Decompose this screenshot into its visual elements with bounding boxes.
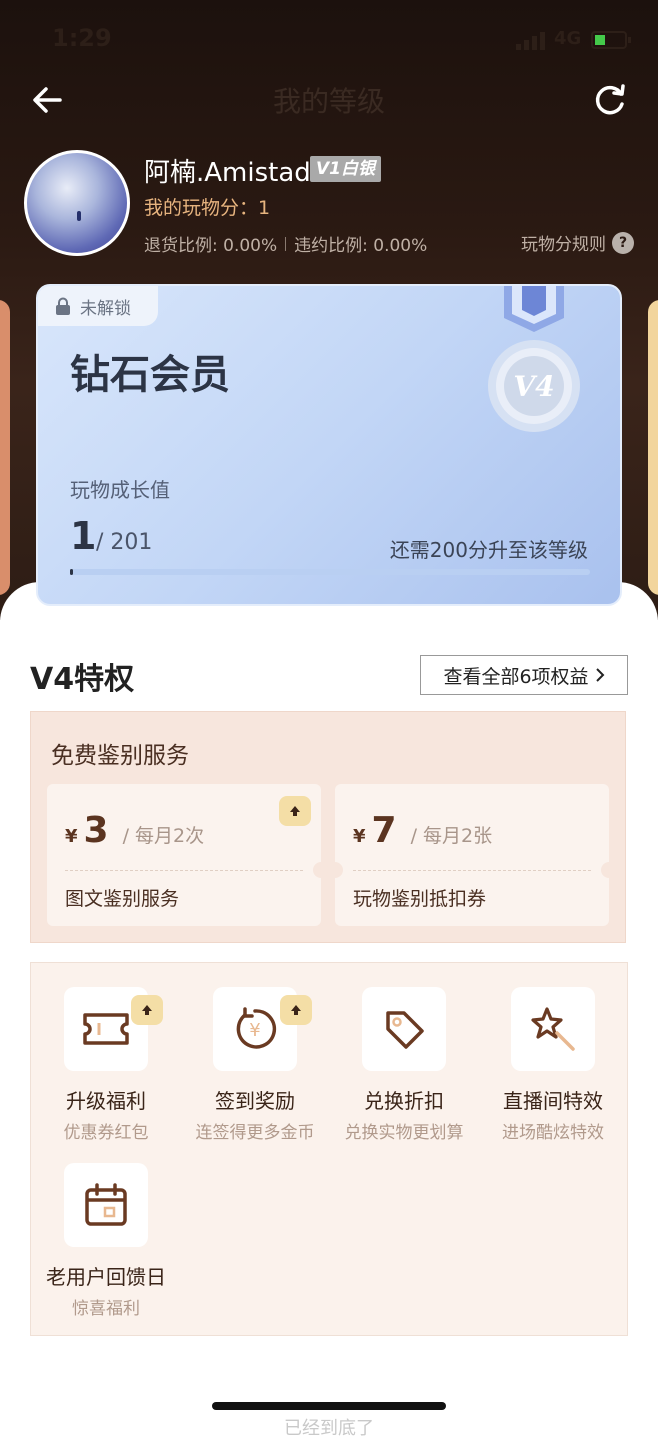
benefit-subtitle: 惊喜福利 (72, 1299, 140, 1319)
benefit-exchange-discount[interactable]: 兑换折扣 兑换实物更划算 (329, 987, 479, 1143)
status-bar: 1:29 4G (0, 22, 658, 62)
chevron-right-icon (595, 668, 604, 682)
magic-wand-icon (531, 1007, 575, 1051)
question-icon: ? (612, 231, 634, 254)
lock-icon (56, 297, 70, 315)
ticket-frequency: / 每月2张 (410, 825, 493, 847)
page-title: 我的等级 (272, 85, 385, 118)
lock-tag: 未解锁 (38, 286, 158, 326)
privileges-title: V4特权 (30, 662, 135, 697)
score-rules-label: 玩物分规则 (521, 235, 606, 255)
ticket-icon (83, 1013, 129, 1045)
refresh-icon (595, 84, 625, 115)
score-rules-link[interactable]: 玩物分规则 ? (521, 230, 634, 255)
benefit-name: 兑换折扣 (364, 1089, 444, 1113)
benefit-subtitle: 进场酷炫特效 (502, 1123, 604, 1143)
avatar[interactable] (24, 150, 130, 256)
benefit-upgrade-gift[interactable]: 升级福利 优惠券红包 (31, 987, 181, 1143)
ticket-divider (65, 870, 303, 871)
ticket-price: ¥ 7 / 每月2张 (353, 810, 492, 851)
return-ratio: 退货比例: 0.00% (144, 236, 278, 256)
signal-icon (516, 32, 545, 50)
ticket-notch (327, 862, 343, 878)
benefit-subtitle: 兑换实物更划算 (344, 1123, 464, 1143)
username: 阿楠.Amistad (144, 158, 311, 188)
ticket-amount: 7 (371, 810, 397, 851)
ticket-amount: 3 (83, 810, 109, 851)
benefit-icon-tile (362, 987, 446, 1071)
level-card-title: 钻石会员 (70, 352, 230, 398)
service-ticket[interactable]: ¥ 7 / 每月2张 玩物鉴别抵扣券 (327, 784, 617, 926)
medal-label: V4 (513, 370, 554, 403)
svg-text:¥: ¥ (249, 1020, 260, 1041)
benefit-checkin-reward[interactable]: ¥ 签到奖励 连签得更多金币 (180, 987, 330, 1143)
network-label: 4G (554, 28, 582, 49)
play-score: 我的玩物分：1 (144, 197, 271, 219)
benefit-name: 升级福利 (66, 1089, 146, 1113)
remaining-points: 还需200分升至该等级 (389, 538, 588, 562)
price-tag-icon (386, 1011, 424, 1049)
end-of-list-hint: 已经到底了 (284, 1418, 374, 1439)
service-ticket[interactable]: ¥ 3 / 每月2次 图文鉴别服务 (47, 784, 329, 926)
benefit-loyalty-day[interactable]: 老用户回馈日 惊喜福利 (31, 1163, 181, 1319)
upgrade-arrow-icon (131, 995, 163, 1025)
growth-total: / 201 (96, 530, 153, 555)
upgrade-arrow-icon (279, 796, 311, 826)
level-card-diamond[interactable]: 未解锁 钻石会员 V4 玩物成长值 1 / 201 还需200分升至该等级 (36, 284, 622, 606)
level-badge: V1白银 (310, 156, 381, 182)
benefit-subtitle: 优惠券红包 (63, 1123, 149, 1143)
calendar-icon (85, 1183, 127, 1226)
free-service-section: 免费鉴别服务 ¥ 3 / 每月2次 图文鉴别服务 ¥ 7 / 每月2张 玩物鉴别… (30, 711, 626, 943)
growth-label: 玩物成长值 (70, 478, 170, 502)
benefit-name: 老用户回馈日 (46, 1265, 166, 1289)
refresh-button[interactable] (590, 80, 630, 120)
benefit-subtitle: 连签得更多金币 (195, 1123, 315, 1143)
status-time: 1:29 (52, 24, 112, 52)
upgrade-arrow-icon (280, 995, 312, 1025)
benefit-name: 直播间特效 (503, 1089, 603, 1113)
benefit-icon-tile (64, 1163, 148, 1247)
coin-yen-icon: ¥ (236, 1007, 277, 1049)
medal-icon: V4 (488, 286, 580, 432)
benefit-live-effects[interactable]: 直播间特效 进场酷炫特效 (478, 987, 628, 1143)
battery-icon (591, 31, 631, 49)
ticket-notch (601, 862, 617, 878)
lock-label: 未解锁 (80, 298, 131, 319)
free-service-title: 免费鉴别服务 (51, 743, 189, 769)
ticket-divider (353, 870, 591, 871)
ratio-line: 退货比例: 0.00% 违约比例: 0.00% (144, 231, 427, 256)
growth-progress-bar (70, 569, 590, 575)
next-level-card-peek[interactable] (648, 300, 658, 595)
home-indicator[interactable] (212, 1402, 446, 1410)
view-all-benefits-button[interactable]: 查看全部6项权益 (420, 655, 628, 695)
growth-current: 1 (70, 514, 97, 558)
view-all-label: 查看全部6项权益 (443, 665, 589, 688)
benefit-name: 签到奖励 (215, 1089, 295, 1113)
divider (285, 236, 287, 251)
benefits-grid: 升级福利 优惠券红包 ¥ 签到奖励 连签得更多金币 兑换折扣 兑换实物更划算 直… (30, 962, 628, 1336)
currency-symbol: ¥ (65, 826, 78, 847)
prev-level-card-peek[interactable] (0, 300, 10, 595)
benefit-icon-tile (511, 987, 595, 1071)
ticket-frequency: / 每月2次 (122, 825, 205, 847)
ticket-name: 图文鉴别服务 (65, 888, 180, 910)
currency-symbol: ¥ (353, 826, 366, 847)
breach-ratio: 违约比例: 0.00% (294, 236, 428, 256)
ticket-name: 玩物鉴别抵扣券 (353, 888, 487, 910)
growth-progress-fill (70, 569, 73, 575)
ticket-price: ¥ 3 / 每月2次 (65, 810, 204, 851)
